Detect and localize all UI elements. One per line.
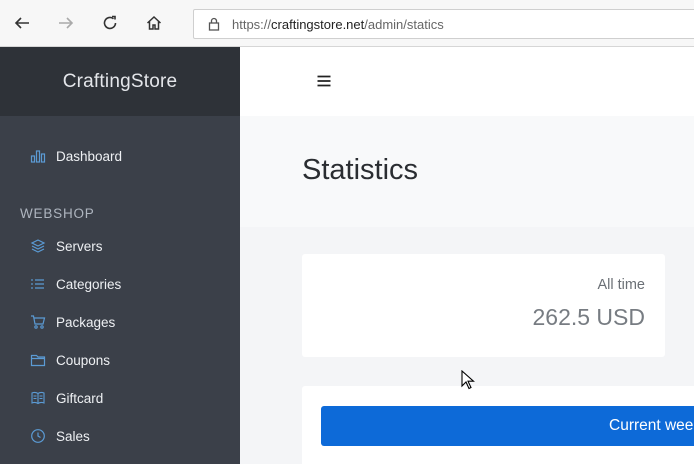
sidebar-item-servers[interactable]: Servers: [0, 230, 240, 262]
sidebar-item-coupons[interactable]: Coupons: [0, 344, 240, 376]
browser-toolbar: https://craftingstore.net/admin/statics: [0, 0, 694, 47]
page-title: Statistics: [302, 154, 419, 186]
top-bar: [240, 47, 694, 116]
book-icon: [31, 391, 45, 405]
sidebar-item-label: Dashboard: [56, 148, 123, 164]
tab-current-week[interactable]: Current week: [321, 406, 694, 446]
sidebar: CraftingStore Dashboard WEBSHOP Servers …: [0, 47, 240, 464]
lock-icon: [208, 17, 220, 31]
sidebar-item-packages[interactable]: Packages: [0, 306, 240, 338]
page-header: Statistics: [240, 116, 694, 227]
sidebar-item-label: Giftcard: [56, 390, 104, 406]
sidebar-item-giftcard[interactable]: Giftcard: [0, 382, 240, 414]
hamburger-menu-icon[interactable]: [316, 73, 332, 89]
folder-icon: [30, 354, 46, 367]
sidebar-item-label: Servers: [56, 238, 103, 254]
brand-logo[interactable]: CraftingStore: [0, 47, 240, 116]
home-button[interactable]: [139, 8, 169, 38]
sidebar-item-label: Packages: [56, 314, 116, 330]
sidebar-item-label: Sales: [56, 428, 90, 444]
arrow-left-icon: [14, 17, 29, 29]
refresh-icon: [103, 15, 117, 30]
address-bar[interactable]: https://craftingstore.net/admin/statics: [193, 9, 694, 39]
sidebar-section-title: WEBSHOP: [20, 206, 95, 221]
sidebar-item-label: Categories: [56, 276, 122, 292]
back-button[interactable]: [7, 8, 37, 38]
layers-icon: [30, 239, 46, 253]
stat-value: 262.5 USD: [532, 304, 645, 330]
mouse-cursor-icon: [461, 370, 475, 390]
stat-card-all-time: All time 262.5 USD: [302, 254, 665, 357]
clock-icon: [31, 429, 45, 443]
main-content: Statistics All time 262.5 USD Current we…: [240, 116, 694, 464]
sidebar-item-label: Coupons: [56, 352, 111, 368]
cart-icon: [31, 315, 46, 329]
bar-chart-icon: [30, 150, 46, 163]
arrow-right-icon: [59, 17, 74, 29]
forward-button[interactable]: [51, 8, 81, 38]
url-text: https://craftingstore.net/admin/statics: [232, 16, 444, 32]
sidebar-item-dashboard[interactable]: Dashboard: [0, 140, 240, 172]
sidebar-item-categories[interactable]: Categories: [0, 268, 240, 300]
stat-label: All time: [597, 277, 645, 293]
list-icon: [31, 279, 44, 289]
home-icon: [146, 15, 162, 30]
refresh-button[interactable]: [95, 8, 125, 38]
chart-panel: Current week: [302, 386, 694, 464]
sidebar-item-sales[interactable]: Sales: [0, 420, 240, 452]
